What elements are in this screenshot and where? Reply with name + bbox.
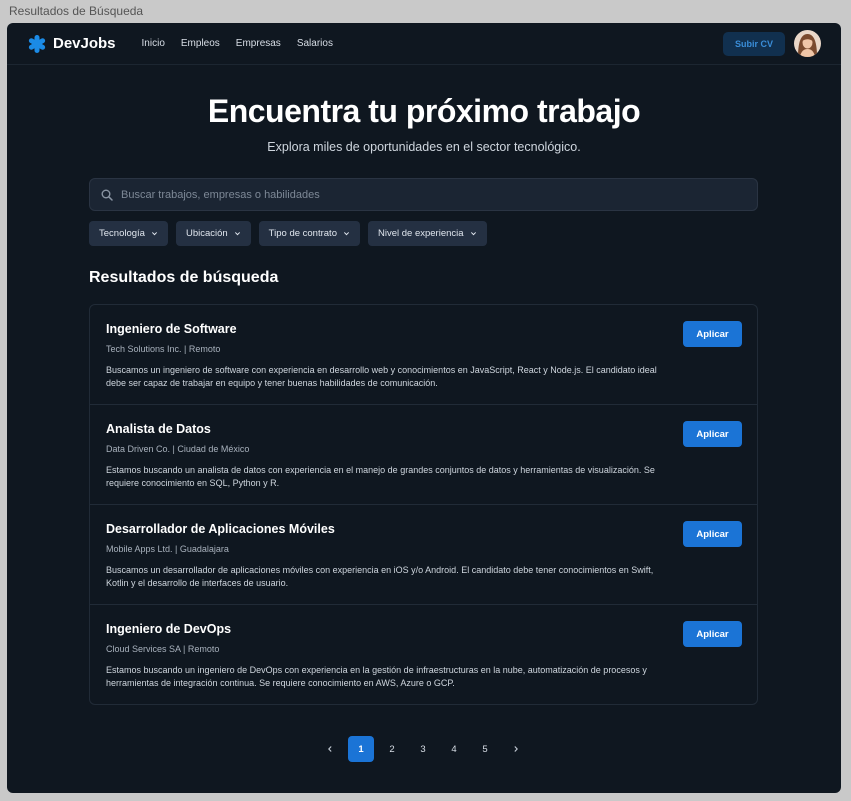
filter-label: Tecnología: [99, 228, 145, 239]
apply-button[interactable]: Aplicar: [683, 421, 742, 447]
page-button-1[interactable]: 1: [348, 736, 374, 762]
filter-location[interactable]: Ubicación: [175, 221, 251, 246]
apply-button[interactable]: Aplicar: [683, 321, 742, 347]
job-card: Ingeniero de DevOps Cloud Services SA | …: [90, 605, 757, 704]
brand-logo[interactable]: DevJobs: [27, 34, 116, 54]
page-button-3[interactable]: 3: [410, 736, 436, 762]
job-card: Desarrollador de Aplicaciones Móviles Mo…: [90, 505, 757, 605]
job-description: Buscamos un ingeniero de software con ex…: [106, 365, 657, 388]
job-title[interactable]: Ingeniero de Software: [106, 322, 741, 336]
asterisk-icon: [28, 34, 46, 53]
nav-link-inicio[interactable]: Inicio: [142, 38, 165, 49]
job-company: Tech Solutions Inc.: [106, 344, 182, 354]
search-bar: [89, 178, 758, 211]
avatar[interactable]: [794, 30, 821, 57]
page-button-5[interactable]: 5: [472, 736, 498, 762]
job-title[interactable]: Ingeniero de DevOps: [106, 622, 741, 636]
job-location: Guadalajara: [179, 544, 229, 554]
window-title: Resultados de Búsqueda: [9, 4, 144, 18]
nav-links: Inicio Empleos Empresas Salarios: [142, 38, 333, 49]
job-meta: Mobile Apps Ltd. | Guadalajara: [106, 544, 229, 554]
apply-button[interactable]: Aplicar: [683, 521, 742, 547]
apply-button[interactable]: Aplicar: [683, 621, 742, 647]
page-button-2[interactable]: 2: [379, 736, 405, 762]
job-description: Estamos buscando un ingeniero de DevOps …: [106, 665, 647, 688]
filter-label: Tipo de contrato: [268, 228, 337, 239]
filter-technology[interactable]: Tecnología: [89, 221, 168, 246]
job-card: Ingeniero de Software Tech Solutions Inc…: [90, 305, 757, 405]
job-location: Ciudad de México: [177, 444, 250, 454]
job-company: Data Driven Co.: [106, 444, 171, 454]
next-page-button[interactable]: [503, 736, 529, 762]
prev-page-button[interactable]: [317, 736, 343, 762]
search-icon: [101, 189, 113, 201]
chevron-down-icon: [151, 232, 157, 236]
top-navbar: DevJobs Inicio Empleos Empresas Salarios…: [7, 23, 841, 65]
job-meta: Cloud Services SA | Remoto: [106, 644, 220, 654]
job-title[interactable]: Desarrollador de Aplicaciones Móviles: [106, 522, 741, 536]
app-window: DevJobs Inicio Empleos Empresas Salarios…: [7, 23, 841, 793]
filter-experience-level[interactable]: Nivel de experiencia: [367, 221, 487, 246]
job-description: Estamos buscando un analista de datos co…: [106, 465, 655, 488]
filter-label: Ubicación: [185, 228, 228, 239]
chevron-left-icon: [328, 746, 332, 752]
hero-title: Encuentra tu próximo trabajo: [207, 93, 641, 129]
chevron-down-icon: [343, 232, 350, 236]
job-title[interactable]: Analista de Datos: [106, 422, 741, 436]
brand-name: DevJobs: [53, 35, 116, 52]
results-heading: Resultados de búsqueda: [89, 269, 279, 286]
upload-cv-button[interactable]: Subir CV: [723, 32, 785, 56]
chevron-down-icon: [470, 232, 476, 236]
job-meta: Tech Solutions Inc. | Remoto: [106, 344, 221, 354]
filter-contract-type[interactable]: Tipo de contrato: [258, 221, 360, 246]
job-card: Analista de Datos Data Driven Co. | Ciud…: [90, 405, 757, 505]
job-company: Mobile Apps Ltd.: [106, 544, 173, 554]
filter-bar: Tecnología Ubicación Tipo de contrato Ni…: [89, 221, 487, 246]
job-company: Cloud Services SA: [106, 644, 181, 654]
chevron-down-icon: [234, 232, 240, 236]
filter-label: Nivel de experiencia: [377, 228, 464, 239]
pagination: 1 2 3 4 5: [317, 736, 529, 762]
nav-link-salarios[interactable]: Salarios: [297, 38, 333, 49]
job-location: Remoto: [188, 344, 221, 354]
search-input[interactable]: [121, 188, 757, 201]
job-location: Remoto: [187, 644, 220, 654]
job-meta: Data Driven Co. | Ciudad de México: [106, 444, 250, 454]
chevron-right-icon: [514, 746, 518, 752]
hero-subtitle: Explora miles de oportunidades en el sec…: [267, 140, 581, 154]
job-list: Ingeniero de Software Tech Solutions Inc…: [89, 304, 758, 705]
page-button-4[interactable]: 4: [441, 736, 467, 762]
nav-link-empleos[interactable]: Empleos: [181, 38, 220, 49]
nav-link-empresas[interactable]: Empresas: [236, 38, 281, 49]
job-description: Buscamos un desarrollador de aplicacione…: [106, 565, 654, 588]
